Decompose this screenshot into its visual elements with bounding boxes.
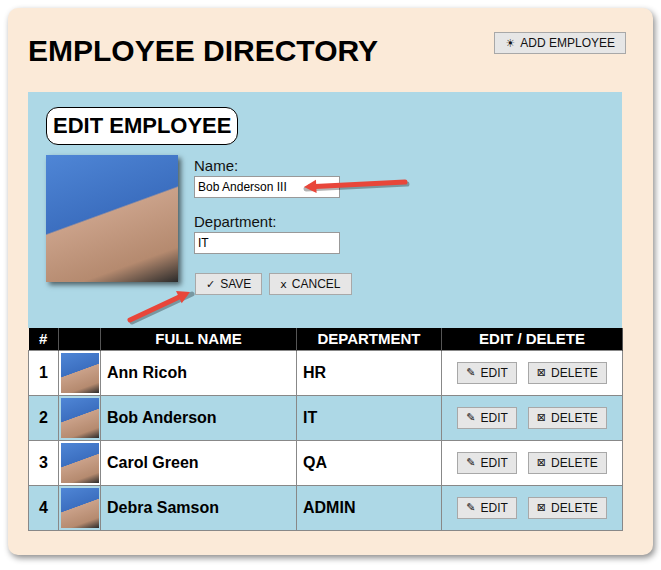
column-header: # <box>29 328 59 350</box>
employee-department: ADMIN <box>297 485 442 530</box>
edit-title: EDIT EMPLOYEE <box>46 107 238 145</box>
row-number: 4 <box>29 485 59 530</box>
edit-panel: EDIT EMPLOYEE Name: Department: ✓SAVE xCANCE… <box>28 92 622 328</box>
annotation-arrow-icon <box>130 291 192 322</box>
employee-department: QA <box>297 440 442 485</box>
employee-name: Carol Green <box>101 440 297 485</box>
employee-name: Debra Samson <box>101 485 297 530</box>
employee-photo <box>46 155 178 282</box>
delete-button[interactable]: ⊠DELETE <box>528 452 607 474</box>
actions-cell: ✎EDIT ⊠DELETE <box>442 440 623 485</box>
actions-cell: ✎EDIT ⊠DELETE <box>442 485 623 530</box>
delete-box-icon: ⊠ <box>537 411 546 424</box>
column-header <box>59 328 101 350</box>
employee-thumbnail <box>61 488 99 528</box>
pencil-icon: ✎ <box>466 456 475 469</box>
text-input[interactable] <box>194 176 340 198</box>
column-header: EDIT / DELETE <box>442 328 623 350</box>
photo-cell <box>59 395 101 440</box>
employee-thumbnail <box>61 353 99 393</box>
employee-department: IT <box>297 395 442 440</box>
table-row: 1 Ann RicohHR ✎EDIT ⊠DELETE <box>29 350 623 395</box>
actions-cell: ✎EDIT ⊠DELETE <box>442 395 623 440</box>
add-employee-button[interactable]: ☀ADD EMPLOYEE <box>494 32 626 54</box>
page: EMPLOYEE DIRECTORY ☀ADD EMPLOYEE EDIT EMPL… <box>0 0 661 570</box>
annotation-overlay <box>8 8 653 555</box>
table-row: 2 Bob AndersonIT ✎EDIT ⊠DELETE <box>29 395 623 440</box>
field-label: Department: <box>194 213 352 231</box>
photo-cell <box>59 440 101 485</box>
cross-icon: x <box>280 278 287 291</box>
edit-button[interactable]: ✎EDIT <box>457 362 517 384</box>
delete-box-icon: ⊠ <box>537 501 546 514</box>
employee-thumbnail <box>61 398 99 438</box>
pencil-icon: ✎ <box>466 501 475 514</box>
row-number: 3 <box>29 440 59 485</box>
row-number: 2 <box>29 395 59 440</box>
pencil-icon: ✎ <box>466 411 475 424</box>
delete-button[interactable]: ⊠DELETE <box>528 362 607 384</box>
employee-name: Bob Anderson <box>101 395 297 440</box>
photo-cell <box>59 485 101 530</box>
annotation-arrow-icon <box>304 180 407 193</box>
form-field: Name: <box>194 157 352 198</box>
actions-cell: ✎EDIT ⊠DELETE <box>442 350 623 395</box>
save-button[interactable]: ✓SAVE <box>195 273 262 295</box>
pencil-icon: ✎ <box>466 366 475 379</box>
form-field: Department: <box>194 213 352 254</box>
form-buttons: ✓SAVE xCANCEL <box>195 273 352 295</box>
edit-button[interactable]: ✎EDIT <box>457 452 517 474</box>
page-title: EMPLOYEE DIRECTORY <box>28 32 378 70</box>
employee-name: Ann Ricoh <box>101 350 297 395</box>
edit-button[interactable]: ✎EDIT <box>457 407 517 429</box>
directory-card: EMPLOYEE DIRECTORY ☀ADD EMPLOYEE EDIT EMPL… <box>8 8 653 555</box>
text-input[interactable] <box>194 232 340 254</box>
edit-body: Name: Department: ✓SAVE xCANCEL <box>46 155 604 295</box>
edit-button[interactable]: ✎EDIT <box>457 497 517 519</box>
employee-table: # FULL NAMEDEPARTMENTEDIT / DELETE 1 Ann Ri… <box>28 328 623 531</box>
sun-icon: ☀ <box>505 37 515 50</box>
column-header: DEPARTMENT <box>297 328 442 350</box>
cancel-button[interactable]: xCANCEL <box>269 273 351 295</box>
delete-box-icon: ⊠ <box>537 366 546 379</box>
field-label: Name: <box>194 157 352 175</box>
employee-thumbnail <box>61 443 99 483</box>
row-number: 1 <box>29 350 59 395</box>
employee-department: HR <box>297 350 442 395</box>
delete-button[interactable]: ⊠DELETE <box>528 497 607 519</box>
table-header: # FULL NAMEDEPARTMENTEDIT / DELETE <box>29 328 623 350</box>
check-icon: ✓ <box>206 278 215 291</box>
column-header: FULL NAME <box>101 328 297 350</box>
delete-box-icon: ⊠ <box>537 456 546 469</box>
header: EMPLOYEE DIRECTORY ☀ADD EMPLOYEE <box>28 32 626 70</box>
table-row: 4 Debra SamsonADMIN ✎EDIT ⊠DELETE <box>29 485 623 530</box>
table-row: 3 Carol GreenQA ✎EDIT ⊠DELETE <box>29 440 623 485</box>
delete-button[interactable]: ⊠DELETE <box>528 407 607 429</box>
edit-form: Name: Department: ✓SAVE xCANCEL <box>194 155 352 295</box>
photo-cell <box>59 350 101 395</box>
